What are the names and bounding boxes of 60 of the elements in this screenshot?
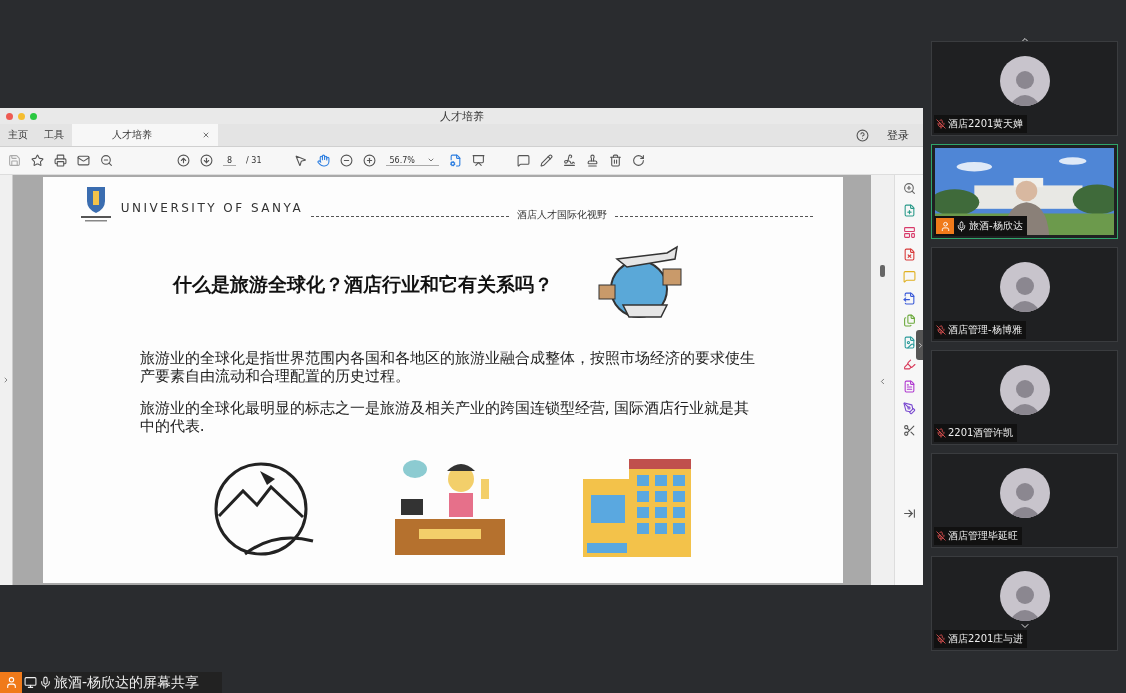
screen-share-label: 旅酒-杨欣达的屏幕共享: [54, 673, 200, 692]
zoom-in-icon[interactable]: [362, 154, 376, 167]
tab[interactable]: 主页: [0, 124, 36, 146]
rotate-icon[interactable]: [631, 154, 645, 167]
screen-share-icon: [24, 676, 37, 689]
participant-name: 2201酒管许凯: [948, 426, 1014, 440]
file-export-icon[interactable]: [902, 292, 916, 305]
stamp-icon[interactable]: [585, 154, 599, 167]
trash-icon[interactable]: [608, 154, 622, 167]
scissors-icon[interactable]: [902, 424, 916, 437]
paragraph: 旅游业的全球化是指世界范围内各国和各地区的旅游业融合成整体，按照市场经济的要求使生产要素自由流动和合理配置的历史过程。: [139, 349, 756, 385]
login-button[interactable]: 登录: [887, 127, 909, 143]
file-x-icon[interactable]: [902, 248, 916, 261]
signature-icon[interactable]: [562, 154, 576, 167]
next-page-icon[interactable]: [200, 154, 213, 167]
pointer-icon[interactable]: [293, 154, 307, 167]
zoom-dropdown[interactable]: 56.7%: [385, 155, 439, 166]
page-count: / 31: [246, 156, 262, 165]
previous-page-icon[interactable]: [177, 154, 190, 167]
participant-name: 酒店管理毕延旺: [948, 529, 1018, 543]
university-logo-icon: [78, 185, 113, 223]
collapse-panel-icon[interactable]: [902, 507, 916, 520]
pencil-icon[interactable]: [539, 154, 553, 167]
participant-name: 酒店2201黄天婵: [948, 117, 1024, 131]
files-icon[interactable]: [902, 314, 916, 327]
comment-icon[interactable]: [516, 154, 530, 167]
zoom-out-icon[interactable]: [100, 154, 113, 167]
close-tab-icon[interactable]: [202, 131, 210, 139]
highlighter-icon[interactable]: [902, 358, 916, 371]
zoom-out-icon[interactable]: [339, 154, 353, 167]
participant-name: 酒店2201庄与进: [948, 632, 1024, 646]
layout-icon[interactable]: [902, 226, 916, 239]
presenter-badge: [0, 672, 22, 693]
mail-icon[interactable]: [77, 154, 90, 167]
pen-icon[interactable]: [902, 402, 916, 415]
mic-icon: [39, 676, 52, 689]
print-icon[interactable]: [54, 154, 67, 167]
tab[interactable]: 人才培养: [72, 124, 218, 146]
star-icon[interactable]: [31, 154, 44, 167]
participant-name: 旅酒-杨欣达: [969, 219, 1023, 233]
tab[interactable]: 工具: [36, 124, 72, 146]
page-fit-icon[interactable]: [448, 154, 462, 167]
presenter-badge: [936, 218, 954, 234]
paragraph: 旅游业的全球化最明显的标志之一是旅游及相关产业的跨国连锁型经营, 国际酒店行业就是其中的代表.: [139, 399, 751, 435]
presentation-icon[interactable]: [471, 154, 485, 167]
participant-name: 酒店管理-杨博雅: [948, 323, 1022, 337]
help-icon[interactable]: [856, 128, 869, 142]
scroll-thumb[interactable]: [880, 265, 886, 277]
section-title: 酒店人才国际化视野: [517, 208, 607, 222]
file-plus-icon[interactable]: [902, 204, 916, 217]
university-name: UNIVERSITY OF SANYA: [120, 201, 304, 215]
slide-title: 什么是旅游全球化？酒店行业和它有关系吗？: [172, 272, 553, 297]
zoom-in-icon[interactable]: [902, 182, 916, 195]
window-title: 人才培养: [439, 109, 484, 123]
page-number-field[interactable]: 8: [223, 155, 237, 166]
hand-icon[interactable]: [316, 154, 330, 167]
close-window-button[interactable]: [6, 112, 13, 120]
file-text-icon[interactable]: [902, 380, 916, 393]
chevron-right-icon[interactable]: [916, 340, 925, 350]
file-image-icon[interactable]: [902, 336, 916, 349]
